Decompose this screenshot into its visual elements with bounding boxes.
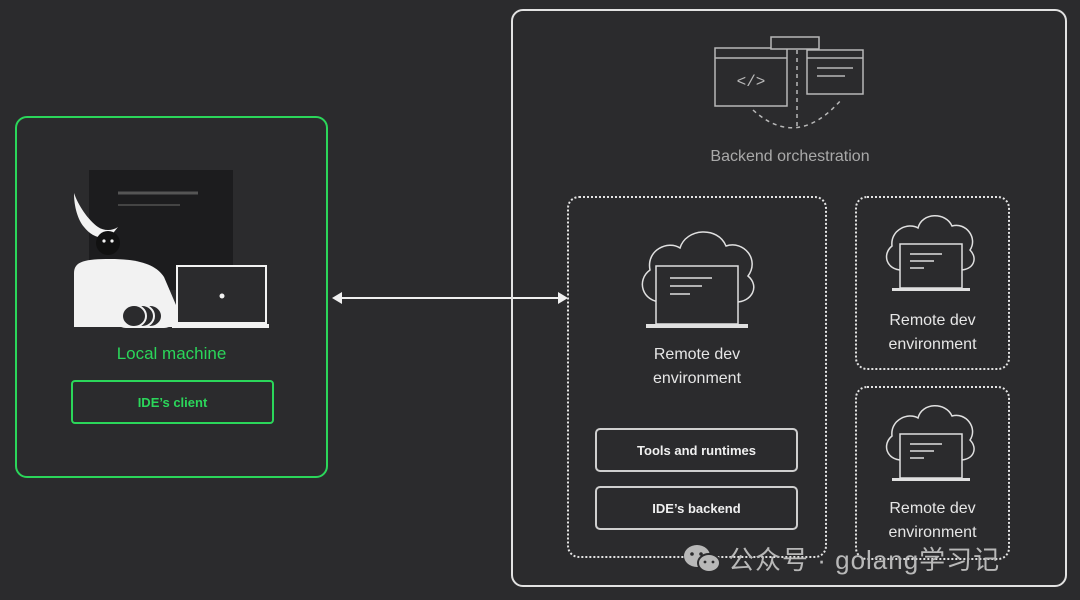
remote-dev-env-2-title-line2: environment xyxy=(888,336,977,353)
person-head xyxy=(96,231,120,255)
ide-client-button[interactable]: IDE’s client xyxy=(71,380,274,424)
backend-orchestration-label: Backend orchestration xyxy=(710,148,870,165)
watermark-text: 公众号 · golang学习记 xyxy=(728,545,1001,575)
developer-illustration xyxy=(74,170,269,328)
remote-dev-env-main-title-line1: Remote dev xyxy=(653,346,741,363)
cloud-laptop-icon xyxy=(641,231,755,328)
remote-dev-env-3-title: Remote dev environment xyxy=(855,497,1010,545)
wechat-icon xyxy=(684,544,721,573)
remote-dev-env-main-title-line2: environment xyxy=(652,370,742,387)
laptop-base xyxy=(172,324,269,328)
tools-and-runtimes-button[interactable]: Tools and runtimes xyxy=(595,428,798,472)
cloud-laptop-icon xyxy=(885,405,975,481)
remote-dev-env-2-title: Remote dev environment xyxy=(855,309,1010,357)
remote-dev-env-main-title: Remote dev environment xyxy=(567,343,827,391)
backend-orchestration-icon: </> xyxy=(714,36,864,130)
local-machine-title: Local machine xyxy=(116,344,227,363)
ide-backend-button[interactable]: IDE’s backend xyxy=(595,486,798,530)
remote-dev-env-2-title-line1: Remote dev xyxy=(889,312,976,329)
cloud-laptop-icon xyxy=(885,215,975,291)
remote-dev-env-3-title-line1: Remote dev xyxy=(889,500,976,517)
watermark: 公众号 · golang学习记 xyxy=(682,540,1000,577)
svg-text:</>: </> xyxy=(737,73,766,91)
